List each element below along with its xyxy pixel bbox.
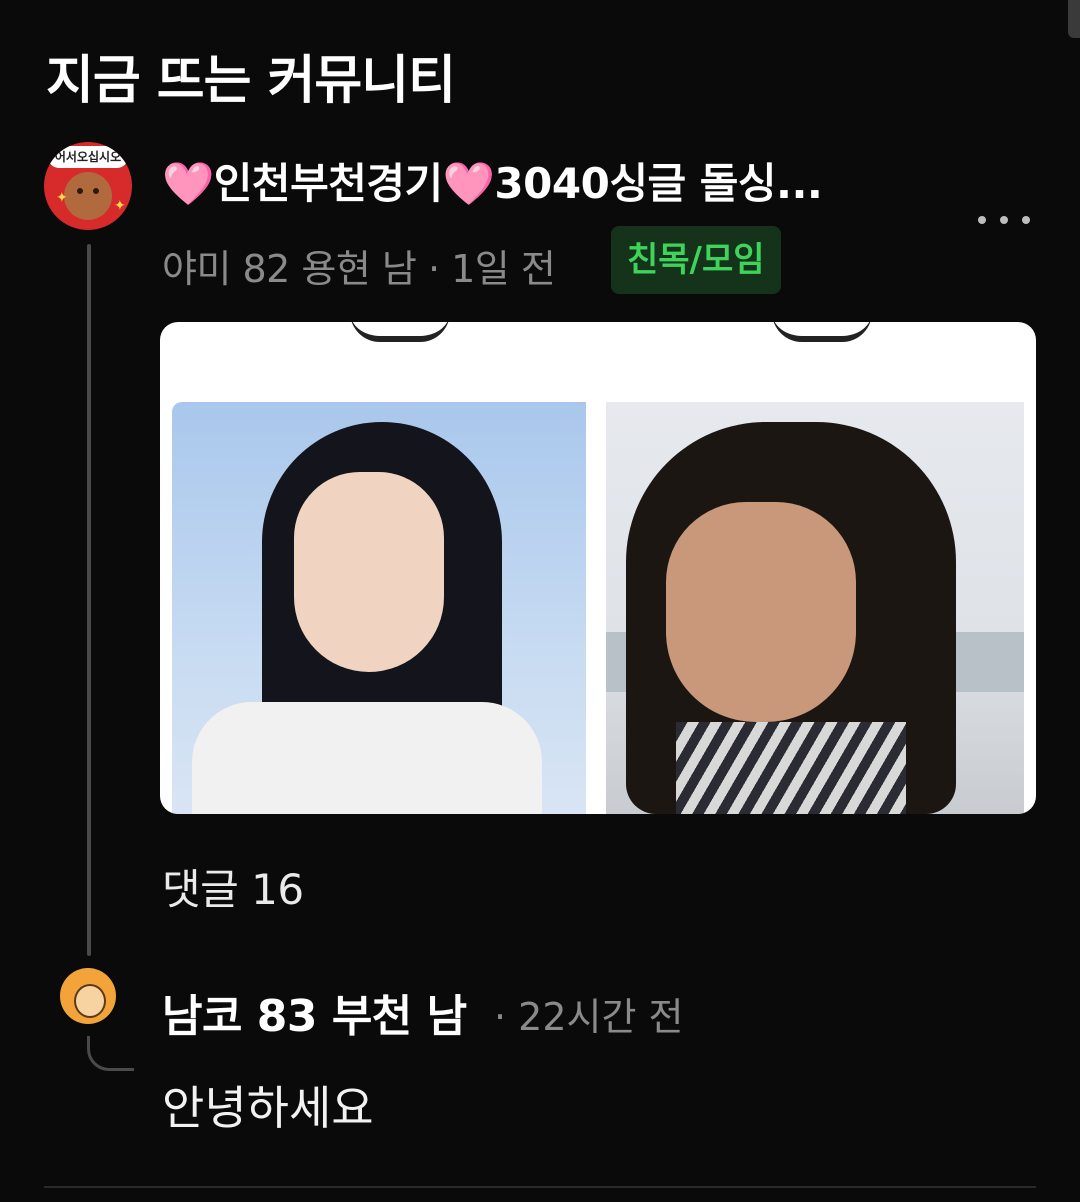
photo-right: [606, 402, 1024, 814]
dot-icon: [1022, 216, 1030, 224]
comment-count-link[interactable]: 댓글 16: [162, 856, 304, 917]
section-title: 지금 뜨는 커뮤니티: [46, 51, 456, 111]
more-options-button[interactable]: [978, 200, 1030, 240]
avatar-character: [74, 984, 106, 1018]
image-caption-fragment: [772, 322, 872, 342]
dot-icon: [978, 216, 986, 224]
post-meta: 야미 82 용현 남 · 1일 전: [162, 247, 556, 291]
sparkle-icon: ✦: [56, 190, 68, 206]
dot-icon: [1000, 216, 1008, 224]
sparkle-icon: ✦: [114, 198, 126, 214]
post-image[interactable]: [160, 322, 1036, 814]
photo-left: [172, 402, 586, 814]
reply-author-avatar[interactable]: [60, 968, 116, 1024]
scrollbar[interactable]: [1068, 0, 1080, 38]
reply-text: 안녕하세요: [162, 1081, 374, 1135]
avatar-character: [64, 172, 112, 220]
image-caption-fragment: [350, 322, 450, 342]
post-title[interactable]: 🩷인천부천경기🩷3040싱글 돌싱...: [162, 150, 942, 211]
person-face: [666, 502, 856, 722]
reply-timestamp: · 22시간 전: [494, 995, 684, 1039]
divider: [44, 1186, 1036, 1188]
community-feed: 지금 뜨는 커뮤니티 어서오십시오 ✦ ✦ 🩷인천부천경기🩷3040싱글 돌싱.…: [0, 0, 1080, 1202]
category-badge[interactable]: 친목/모임: [611, 226, 781, 294]
person-shirt: [192, 702, 542, 814]
person-scarf: [676, 722, 906, 814]
avatar-speech-bubble: 어서오십시오: [48, 146, 128, 168]
post-author-avatar[interactable]: 어서오십시오 ✦ ✦: [44, 142, 132, 230]
thread-line: [87, 244, 91, 956]
reply-connector-line: [87, 1036, 134, 1071]
reply-author[interactable]: 남코 83 부천 남: [162, 980, 467, 1044]
person-face: [294, 472, 444, 672]
